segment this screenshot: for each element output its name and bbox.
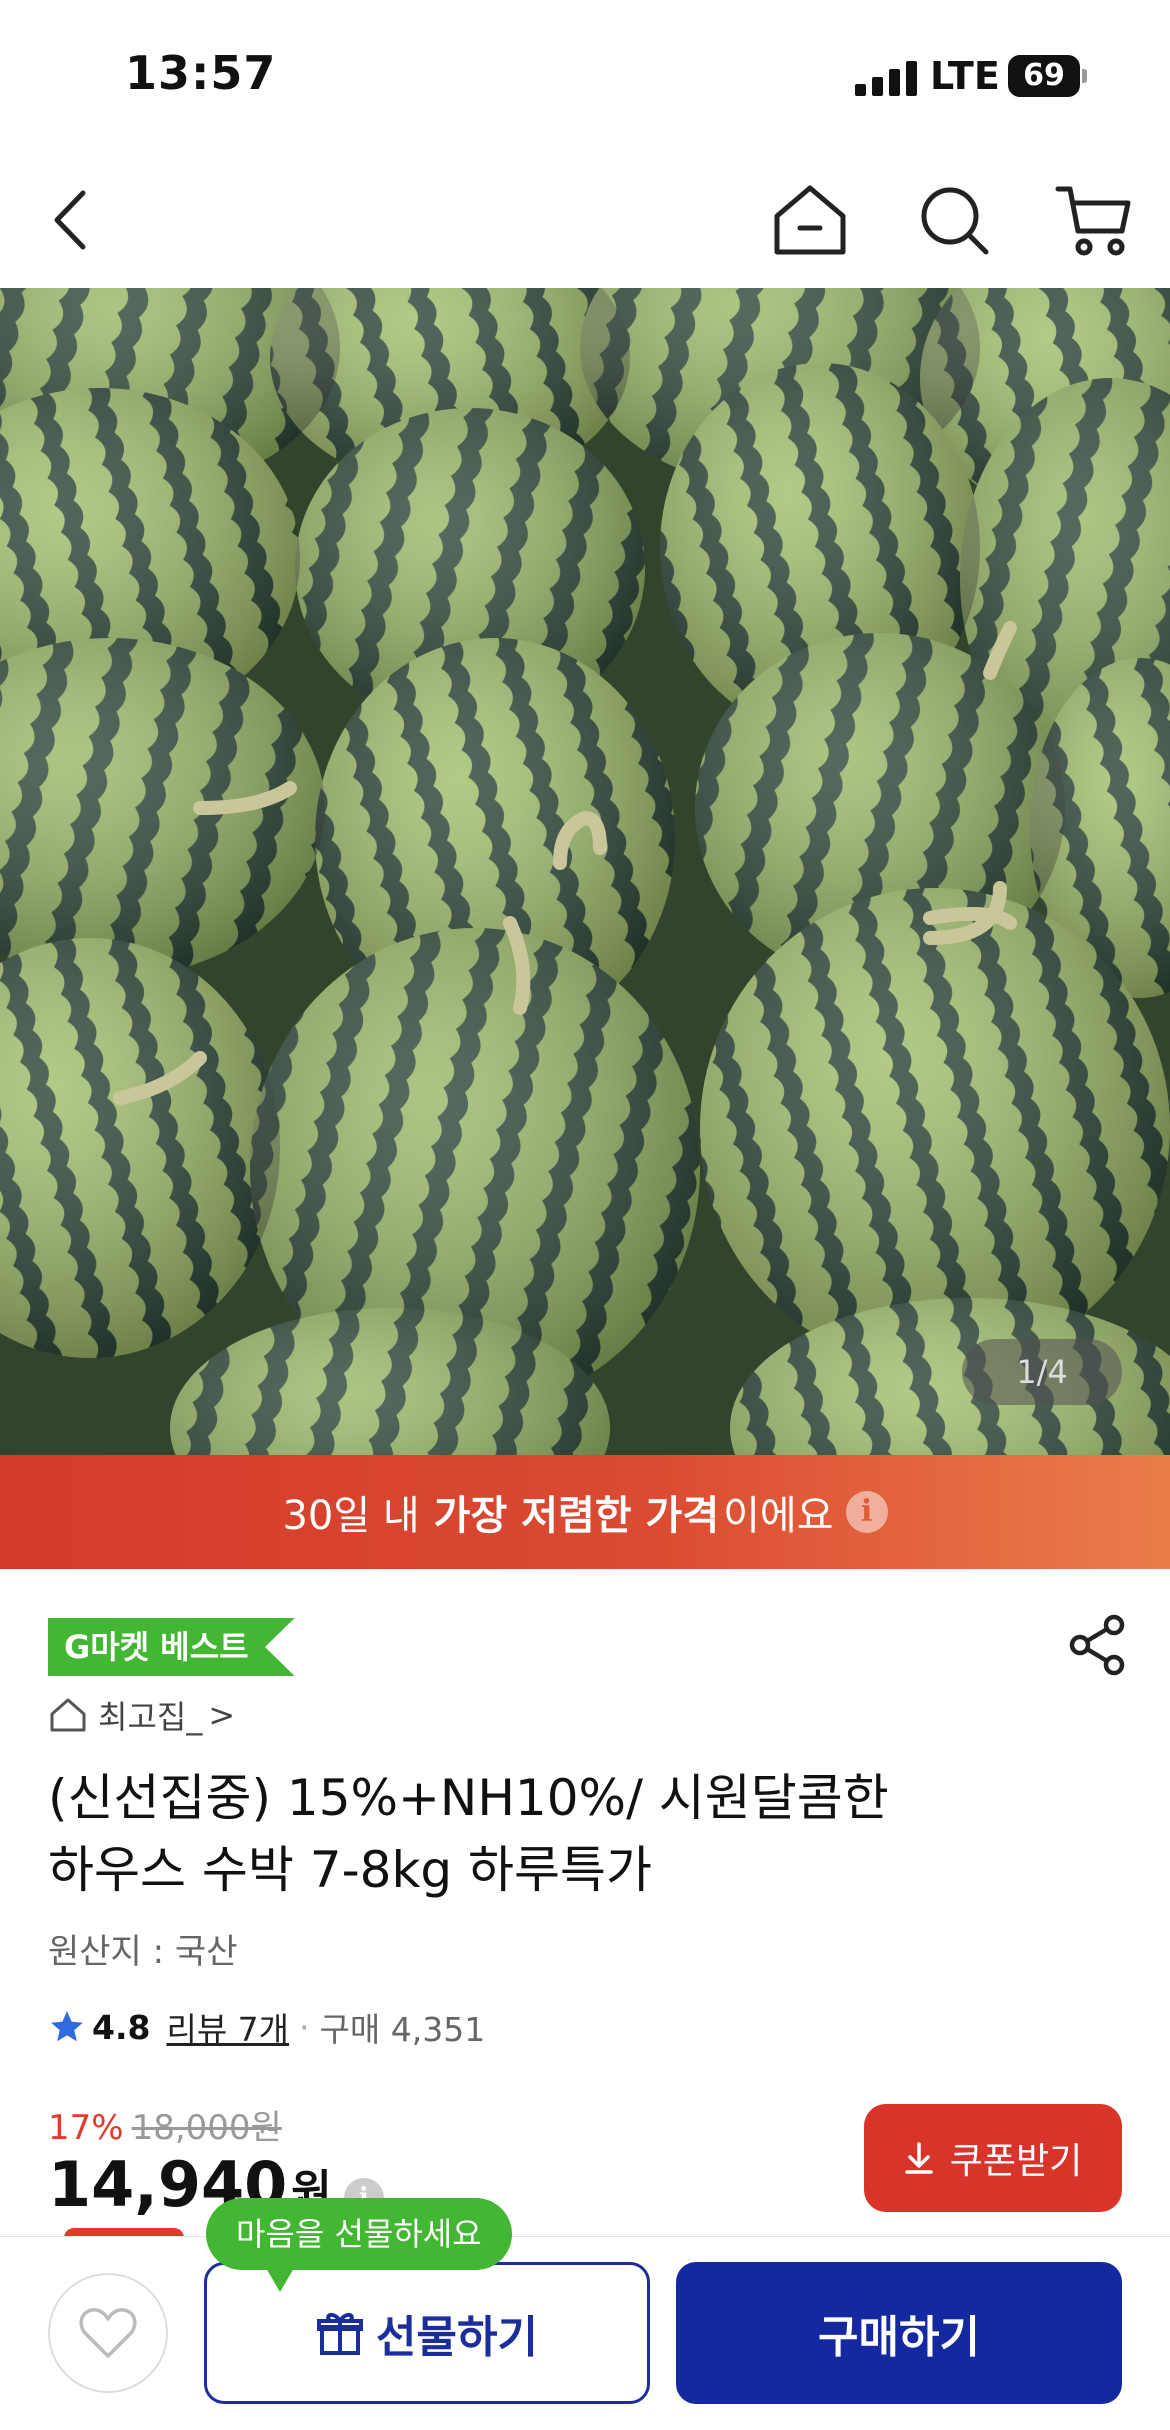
gmarket-best-badge: G마켓 베스트 [48, 1618, 295, 1676]
home-icon[interactable] [762, 172, 858, 268]
rating-row: 4.8 리뷰 7개 · 구매 4,351 [48, 2003, 485, 2051]
status-bar: 13:57 LTE 69 [0, 0, 1170, 150]
gift-icon [317, 2313, 364, 2355]
review-count-link[interactable]: 리뷰 7개 [166, 2003, 289, 2051]
coupon-label: 쿠폰받기 [949, 2141, 1083, 2182]
battery-icon: 69 [1008, 55, 1088, 97]
top-nav-bar [0, 150, 1170, 288]
gift-label: 선물하기 [376, 2312, 538, 2363]
discount-row: 17% 18,000원 [48, 2100, 282, 2149]
network-type: LTE [930, 54, 1000, 98]
chevron-right-icon: > [208, 1696, 236, 1734]
store-home-icon [50, 1698, 86, 1732]
coupon-download-button[interactable]: 쿠폰받기 [864, 2104, 1122, 2212]
product-title: (신선집중) 15%+NH10%/ 시원달콤한 하우스 수박 7-8kg 하루특… [48, 1762, 1048, 1906]
store-name: 최고집_ [98, 1698, 203, 1736]
buy-button[interactable]: 구매하기 [676, 2262, 1122, 2404]
store-link[interactable]: 최고집_ > [48, 1690, 235, 1740]
wishlist-heart-button[interactable] [48, 2273, 168, 2393]
signal-strength-icon [855, 60, 917, 96]
rating-value: 4.8 [92, 2007, 151, 2047]
origin-info: 원산지 : 국산 [48, 1932, 238, 1972]
status-time: 13:57 [125, 46, 277, 100]
cart-icon[interactable] [1046, 172, 1142, 268]
share-icon[interactable] [1060, 1608, 1134, 1682]
original-price: 18,000원 [131, 2108, 282, 2148]
gift-tooltip: 마음을 선물하세요 [206, 2198, 512, 2292]
discount-rate: 17% [48, 2108, 124, 2148]
back-arrow-icon[interactable] [22, 172, 118, 268]
purchase-count: 구매 4,351 [319, 2010, 486, 2049]
banner-text-pre: 30일 내 [282, 1493, 420, 1539]
banner-text-strong: 가장 저렴한 가격 [433, 1493, 720, 1539]
buy-label: 구매하기 [818, 2312, 980, 2363]
lowest-price-banner[interactable]: 30일 내 가장 저렴한 가격 이에요 i [0, 1455, 1170, 1569]
product-title-line2: 하우스 수박 7-8kg 하루특가 [48, 1841, 653, 1899]
product-title-line1: (신선집중) 15%+NH10%/ 시원달콤한 [48, 1769, 889, 1827]
info-icon[interactable]: i [845, 1491, 888, 1533]
star-icon [51, 2011, 83, 2042]
heart-icon [79, 2308, 137, 2358]
search-icon[interactable] [906, 172, 1002, 268]
image-page-indicator: 1/4 [962, 1339, 1122, 1405]
battery-level: 69 [1008, 55, 1080, 97]
download-icon [905, 2142, 933, 2174]
separator-dot: · [299, 2007, 310, 2047]
product-image[interactable]: 1/4 [0, 288, 1170, 1455]
banner-text-post: 이에요 [723, 1493, 834, 1539]
